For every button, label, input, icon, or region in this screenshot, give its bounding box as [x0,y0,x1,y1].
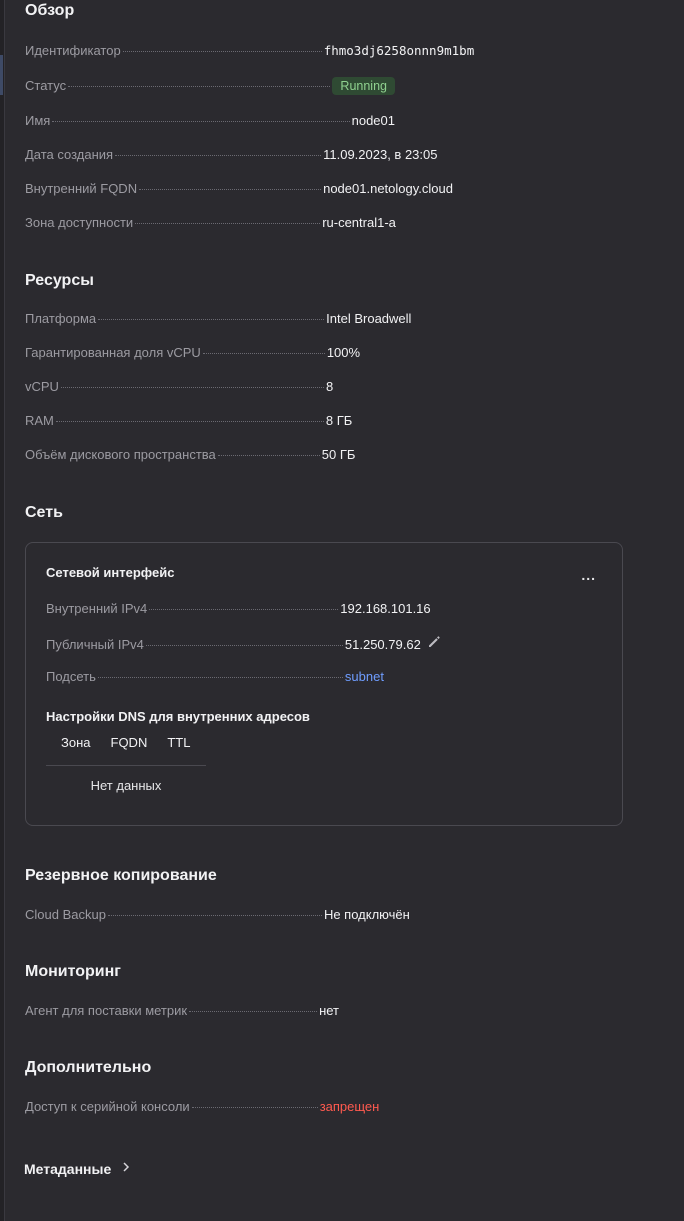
vcpu-fraction-value: 100% [326,345,361,360]
row-label: Платформа [25,311,97,326]
row-label: Cloud Backup [25,907,106,922]
row-label: Агент для поставки метрик [25,1003,188,1018]
row-label: Внутренний IPv4 [46,601,148,616]
dots-leader [122,51,322,52]
row-fqdn: Внутренний FQDN node01.netology.cloud [25,181,485,199]
dns-table: Зона FQDN TTL Нет данных [46,735,206,793]
row-name: Имя node01 [25,113,395,131]
dots-leader [135,223,321,224]
dots-leader [68,86,331,87]
column-header-fqdn[interactable]: FQDN [111,735,148,750]
metadata-label: Метаданные [24,1161,112,1177]
row-platform: Платформа Intel Broadwell [25,311,445,329]
card-title: Сетевой интерфейс [46,565,175,580]
row-label: Публичный IPv4 [46,637,144,652]
vm-overview-page: Обзор Идентификатор fhmo3dj6258onnn9m1bm… [0,0,684,1221]
status-badge: Running [332,77,395,95]
fqdn-value: node01.netology.cloud [323,181,453,196]
dots-leader [107,915,322,916]
row-label: vCPU [25,379,59,394]
subnet-link[interactable]: subnet [345,669,384,684]
dots-leader [55,421,324,422]
row-disk: Объём дискового пространства 50 ГБ [25,447,385,465]
section-title-additional: Дополнительно [25,1059,152,1076]
row-label: Гарантированная доля vCPU [25,345,201,360]
serial-console-value: запрещен [319,1099,380,1114]
row-serial-console: Доступ к серийной консоли запрещен [25,1099,405,1117]
row-zone: Зона доступности ru-central1-a [25,215,425,233]
dots-leader [98,319,325,320]
section-title-network: Сеть [25,504,63,521]
dots-leader [97,677,343,678]
row-label: Доступ к серийной консоли [25,1099,190,1114]
dots-leader [60,387,324,388]
rail-active-marker [0,55,3,95]
public-ipv4-value: 51.250.79.62 [344,637,421,652]
platform-value: Intel Broadwell [326,311,412,326]
row-subnet: Подсеть subnet [46,669,426,687]
row-label: Дата создания [25,147,114,162]
row-ram: RAM 8 ГБ [25,413,375,431]
more-actions-button[interactable]: ... [581,567,596,583]
dns-settings-title: Настройки DNS для внутренних адресов [46,709,310,724]
dots-leader [217,455,320,456]
vm-name-value: node01 [351,113,395,128]
section-title-backup: Резервное копирование [25,867,217,884]
row-created: Дата создания 11.09.2023, в 23:05 [25,147,465,165]
row-label: Имя [25,113,51,128]
row-public-ipv4: Публичный IPv4 51.250.79.62 [46,635,466,653]
metadata-expander[interactable]: Метаданные [24,1160,131,1178]
row-metrics-agent: Агент для поставки метрик нет [25,1003,385,1021]
created-date-value: 11.09.2023, в 23:05 [323,147,438,162]
row-label: Зона доступности [25,215,134,230]
vcpu-value: 8 [325,379,334,394]
network-interface-card: Сетевой интерфейс ... Внутренний IPv4 19… [25,542,623,826]
more-horizontal-icon: ... [581,567,596,583]
dots-leader [189,1011,318,1012]
section-title-overview: Обзор [25,2,75,19]
row-label: Идентификатор [25,43,121,58]
row-label: Внутренний FQDN [25,181,138,196]
row-cloud-backup: Cloud Backup Не подключён [25,907,425,925]
ram-value: 8 ГБ [325,413,353,428]
dns-empty-state: Нет данных [90,778,162,793]
dots-leader [115,155,322,156]
disk-value: 50 ГБ [321,447,356,462]
column-header-zone[interactable]: Зона [61,735,91,750]
row-vcpu: vCPU 8 [25,379,365,397]
cloud-backup-value: Не подключён [323,907,410,922]
row-id: Идентификатор fhmo3dj6258onnn9m1bm [25,43,485,61]
internal-ipv4-value: 192.168.101.16 [340,601,431,616]
vm-id-value[interactable]: fhmo3dj6258onnn9m1bm [324,43,475,58]
row-status: Статус Running [25,77,395,95]
row-internal-ipv4: Внутренний IPv4 192.168.101.16 [46,601,466,619]
dots-leader [139,189,322,190]
dns-table-header: Зона FQDN TTL [46,735,206,766]
row-label: Объём дискового пространства [25,447,216,462]
dots-leader [145,645,343,646]
section-title-resources: Ресурсы [25,272,94,289]
chevron-right-icon [121,1160,131,1178]
section-title-monitoring: Мониторинг [25,963,121,980]
metrics-agent-value: нет [319,1003,340,1018]
dots-leader [52,121,350,122]
column-header-ttl[interactable]: TTL [167,735,190,750]
row-label: RAM [25,413,54,428]
row-label: Статус [25,78,67,93]
row-vcpu-fraction: Гарантированная доля vCPU 100% [25,345,405,363]
dots-leader [149,609,339,610]
row-label: Подсеть [46,669,96,684]
pencil-icon[interactable] [427,635,441,652]
zone-value: ru-central1-a [322,215,396,230]
dots-leader [202,353,325,354]
dots-leader [191,1107,318,1108]
left-rail [0,0,5,1221]
